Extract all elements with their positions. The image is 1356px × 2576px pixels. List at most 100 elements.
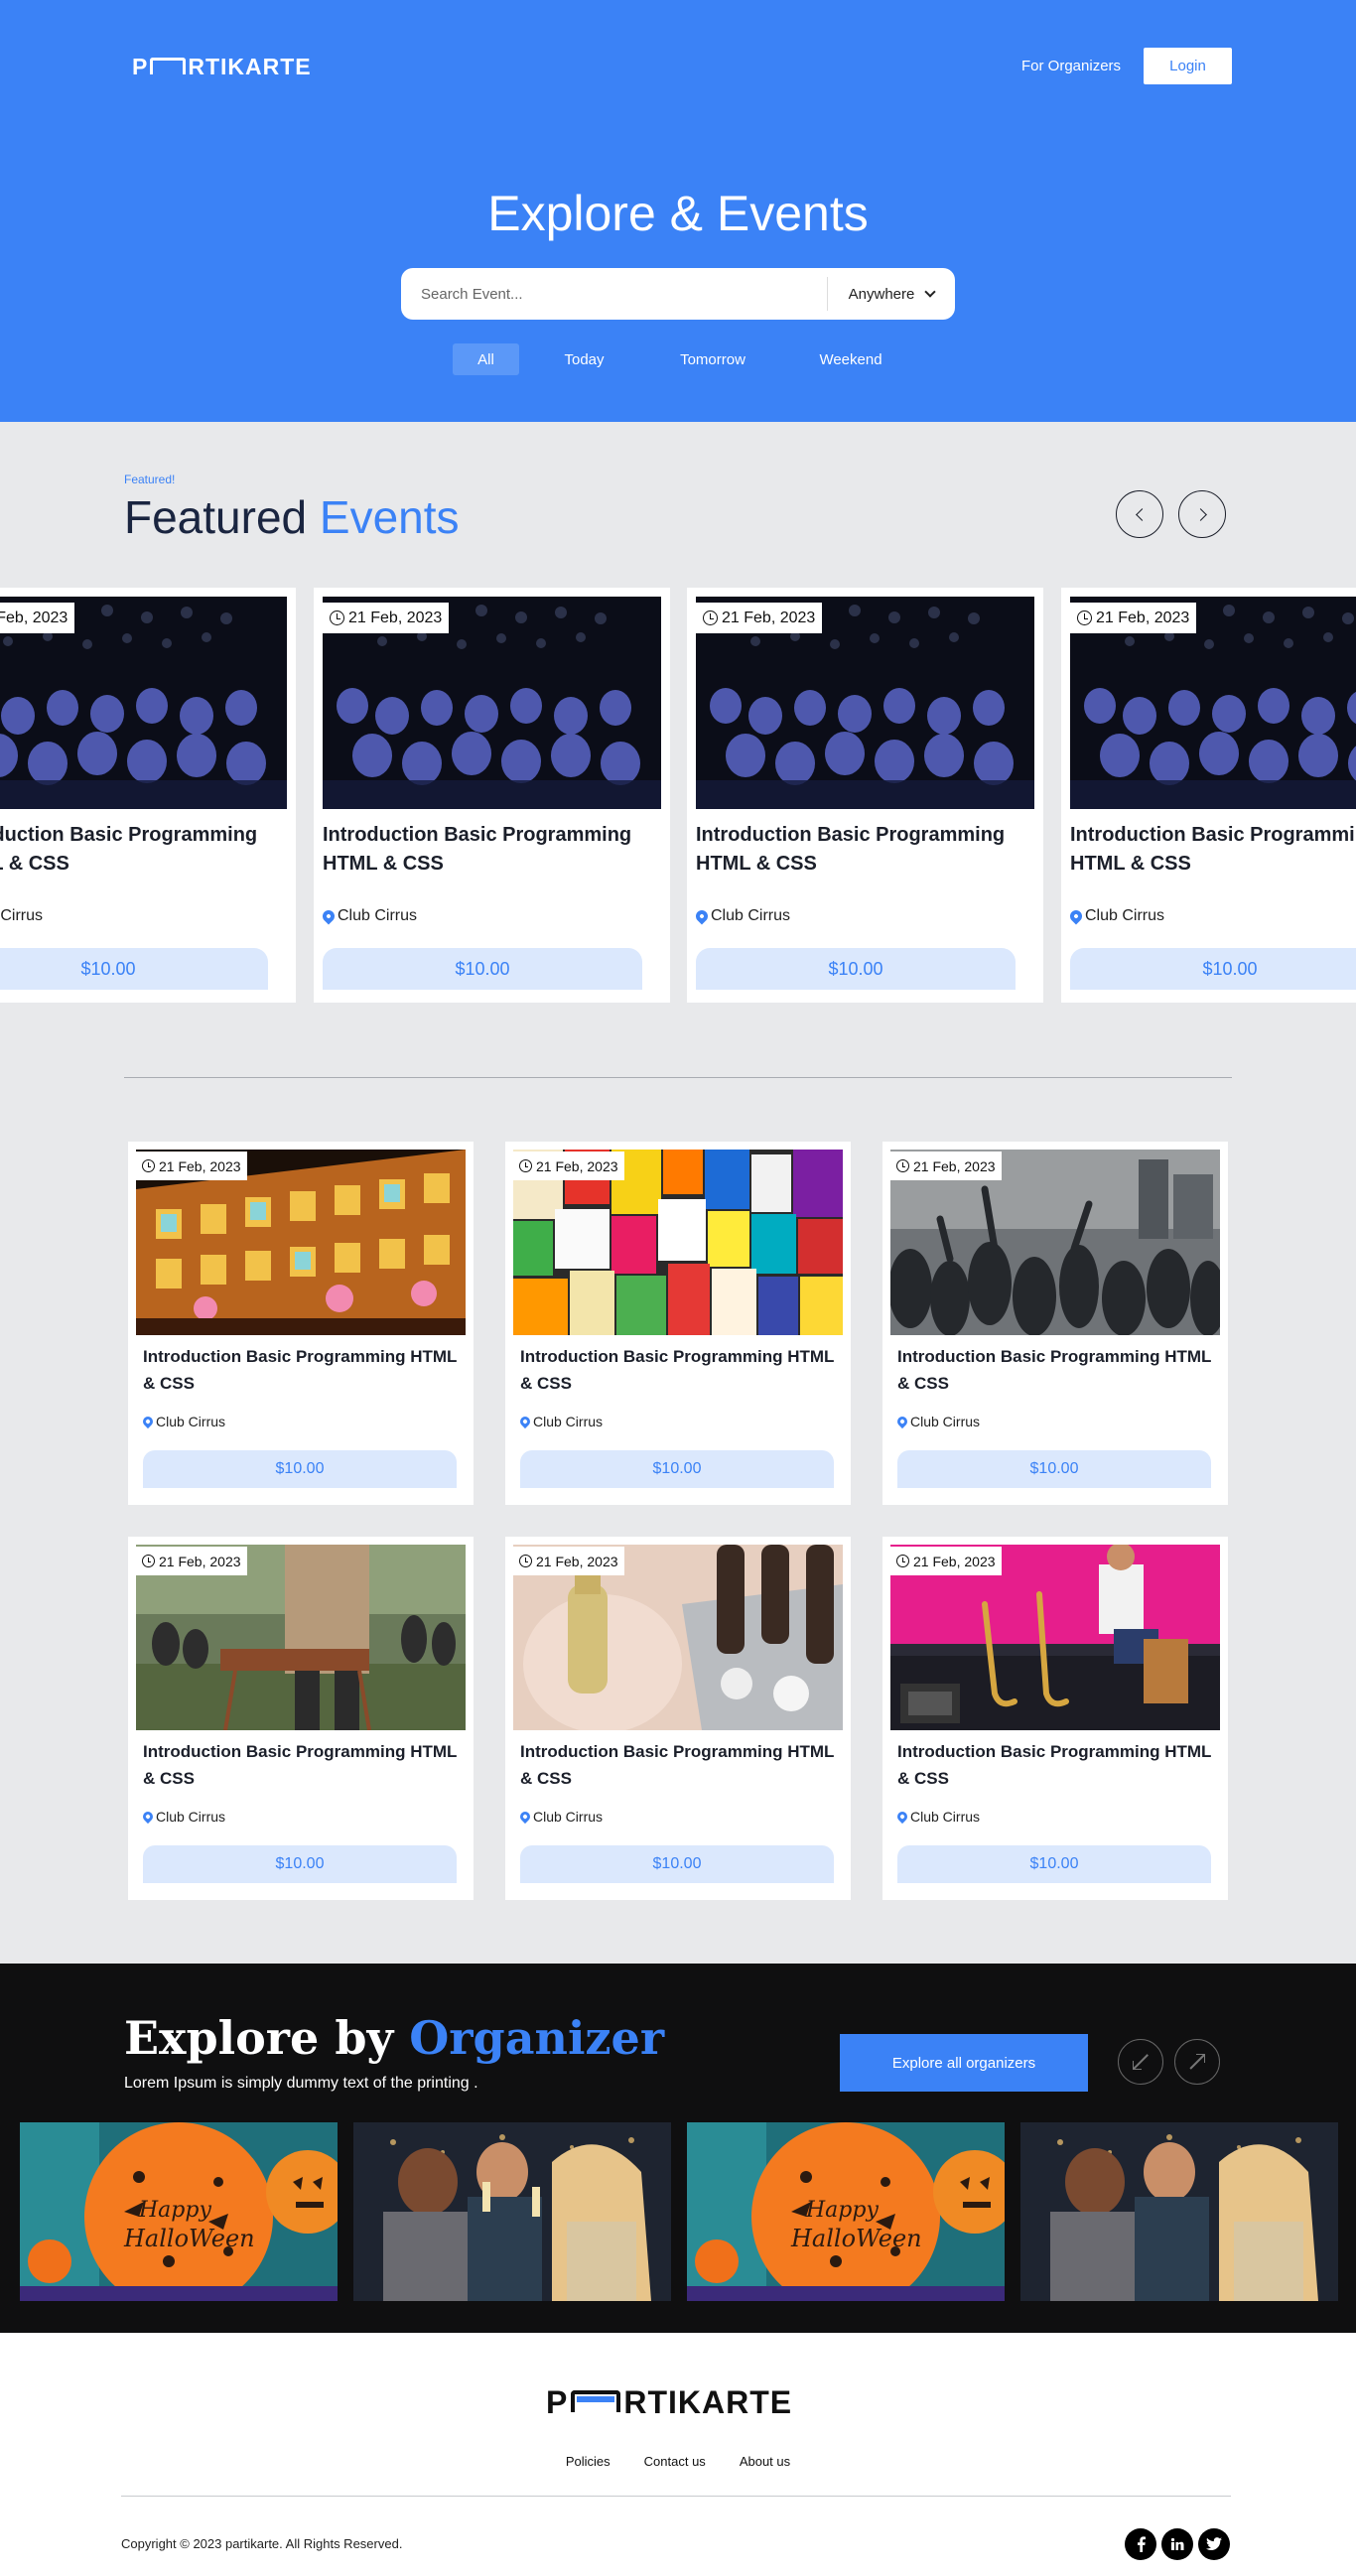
search-bar: Anywhere — [401, 268, 955, 320]
footer-links: Policies Contact us About us — [0, 2454, 1356, 2469]
explore-organizers-button[interactable]: Explore all organizers — [840, 2034, 1088, 2092]
organizer-tile[interactable]: Happy HalloWeen — [20, 2122, 338, 2301]
event-card[interactable]: 21 Feb, 2023 Introduction Basic Programm… — [505, 1537, 851, 1900]
clock-icon — [519, 1555, 532, 1567]
location-pin-icon — [140, 1414, 156, 1429]
organizer-tile[interactable] — [353, 2122, 671, 2301]
linkedin-icon[interactable] — [1161, 2528, 1193, 2560]
chevron-left-icon — [1135, 507, 1149, 521]
event-venue: Club Cirrus — [0, 907, 44, 924]
price-button[interactable]: $10.00 — [897, 1450, 1211, 1488]
event-venue: Club Cirrus — [894, 1414, 980, 1429]
clock-icon — [896, 1159, 909, 1172]
event-title: Introduction Basic Programming HTML & CS… — [897, 1742, 1212, 1788]
organizer-next-button[interactable] — [1174, 2039, 1220, 2085]
price-button[interactable]: $10.00 — [323, 948, 642, 990]
featured-event-card[interactable]: 21 Feb, 2023 Introduction Basic Programm… — [687, 588, 1043, 1003]
svg-text:Happy: Happy — [805, 2198, 879, 2223]
clock-icon — [1077, 610, 1092, 625]
location-value: Anywhere — [848, 285, 915, 303]
location-pin-icon — [894, 1809, 910, 1825]
location-select[interactable]: Anywhere — [828, 286, 955, 303]
event-card[interactable]: 21 Feb, 2023 Introduction Basic Programm… — [882, 1537, 1228, 1900]
event-title: Introduction Basic Programming HTML & CS… — [143, 1742, 458, 1788]
event-card[interactable]: 21 Feb, 2023 Introduction Basic Programm… — [128, 1142, 474, 1505]
date-tag: 21 Feb, 2023 — [136, 1152, 247, 1180]
price-button[interactable]: $10.00 — [696, 948, 1016, 990]
date-tag: 21 Feb, 2023 — [513, 1547, 624, 1575]
date-tag: 21 Feb, 2023 — [890, 1152, 1002, 1180]
date-tag: 21 Feb, 2023 — [696, 603, 823, 633]
event-card[interactable]: 21 Feb, 2023 Introduction Basic Programm… — [128, 1537, 474, 1900]
logo[interactable]: P RTIKARTE — [132, 54, 312, 80]
clock-icon — [142, 1159, 155, 1172]
organizer-prev-button[interactable] — [1118, 2039, 1163, 2085]
event-venue: Club Cirrus — [693, 907, 790, 925]
organizer-tile[interactable]: Happy HalloWeen — [687, 2122, 1005, 2301]
date-tag: 21 Feb, 2023 — [0, 603, 75, 633]
featured-event-card[interactable]: 21 Feb, 2023 Introduction Basic Programm… — [314, 588, 670, 1003]
organizer-tile[interactable] — [1020, 2122, 1338, 2301]
location-pin-icon — [894, 1414, 910, 1429]
footer-logo[interactable]: P RTIKARTE — [546, 2384, 792, 2421]
price-button[interactable]: $10.00 — [520, 1845, 834, 1883]
hero-section: P RTIKARTE For Organizers Login Explore &… — [0, 0, 1356, 422]
price-button[interactable]: $10.00 — [143, 1845, 457, 1883]
footer-divider — [121, 2496, 1231, 2497]
tab-tomorrow[interactable]: Tomorrow — [649, 343, 776, 375]
event-venue: Club Cirrus — [894, 1809, 980, 1825]
event-title: Introduction Basic Programming HTML & CS… — [520, 1347, 835, 1393]
footer-link-contact[interactable]: Contact us — [644, 2454, 706, 2469]
featured-title: Featured Events — [124, 491, 460, 543]
hero-title: Explore & Events — [487, 186, 869, 241]
location-pin-icon — [693, 907, 711, 925]
copyright-text: Copyright © 2023 partikarte. All Rights … — [121, 2536, 403, 2551]
featured-kicker: Featured! — [124, 473, 176, 486]
svg-text:Happy: Happy — [138, 2198, 211, 2223]
logo-mark — [150, 58, 187, 74]
svg-text:HalloWeen: HalloWeen — [790, 2225, 922, 2252]
search-input[interactable] — [401, 268, 827, 320]
clock-icon — [330, 610, 344, 625]
events-section: Featured! Featured Events 21 Feb, 2023 I… — [0, 422, 1356, 1964]
login-button[interactable]: Login — [1144, 48, 1232, 84]
price-button[interactable]: $10.00 — [143, 1450, 457, 1488]
chevron-down-icon — [924, 286, 937, 298]
tab-weekend[interactable]: Weekend — [776, 343, 925, 375]
arrow-down-left-icon — [1133, 2061, 1142, 2070]
event-venue: Club Cirrus — [320, 907, 417, 925]
price-button[interactable]: $10.00 — [520, 1450, 834, 1488]
event-card[interactable]: 21 Feb, 2023 Introduction Basic Programm… — [882, 1142, 1228, 1505]
event-venue: Club Cirrus — [140, 1414, 225, 1429]
facebook-icon[interactable] — [1125, 2528, 1156, 2560]
event-title: Introduction Basic Programming HTML & CS… — [323, 824, 632, 875]
footer-link-policies[interactable]: Policies — [566, 2454, 610, 2469]
event-venue: Club Cirrus — [517, 1414, 603, 1429]
event-title: Introduction Basic Programming HTML & CS… — [520, 1742, 835, 1788]
organizer-subtitle: Lorem Ipsum is simply dummy text of the … — [124, 2075, 478, 2092]
tab-today[interactable]: Today — [519, 343, 649, 375]
twitter-icon[interactable] — [1198, 2528, 1230, 2560]
featured-event-card[interactable]: 21 Feb, 2023 Introduction Basic Programm… — [1061, 588, 1356, 1003]
price-button[interactable]: $10.00 — [897, 1845, 1211, 1883]
location-pin-icon — [320, 907, 338, 925]
nav-for-organizers[interactable]: For Organizers — [1021, 58, 1121, 74]
featured-prev-button[interactable] — [1116, 490, 1163, 538]
location-pin-icon — [140, 1809, 156, 1825]
tab-all[interactable]: All — [453, 343, 519, 375]
featured-event-card[interactable]: 21 Feb, 2023 Introduction Basic Programm… — [0, 588, 296, 1003]
footer-link-about[interactable]: About us — [740, 2454, 790, 2469]
clock-icon — [142, 1555, 155, 1567]
event-card[interactable]: 21 Feb, 2023 Introduction Basic Programm… — [505, 1142, 851, 1505]
location-pin-icon — [517, 1414, 533, 1429]
organizer-section: Explore by Organizer Lorem Ipsum is simp… — [0, 1964, 1356, 2333]
event-title: Introduction Basic Programming HTML & CS… — [1070, 824, 1356, 875]
arrow-up-right-icon — [1196, 2054, 1205, 2063]
price-button[interactable]: $10.00 — [0, 948, 268, 990]
featured-next-button[interactable] — [1178, 490, 1226, 538]
location-pin-icon — [517, 1809, 533, 1825]
price-button[interactable]: $10.00 — [1070, 948, 1356, 990]
date-tag: 21 Feb, 2023 — [513, 1152, 624, 1180]
organizer-title: Explore by Organizer — [124, 2011, 665, 2065]
date-filter-tabs: All Today Tomorrow Weekend — [453, 343, 925, 375]
